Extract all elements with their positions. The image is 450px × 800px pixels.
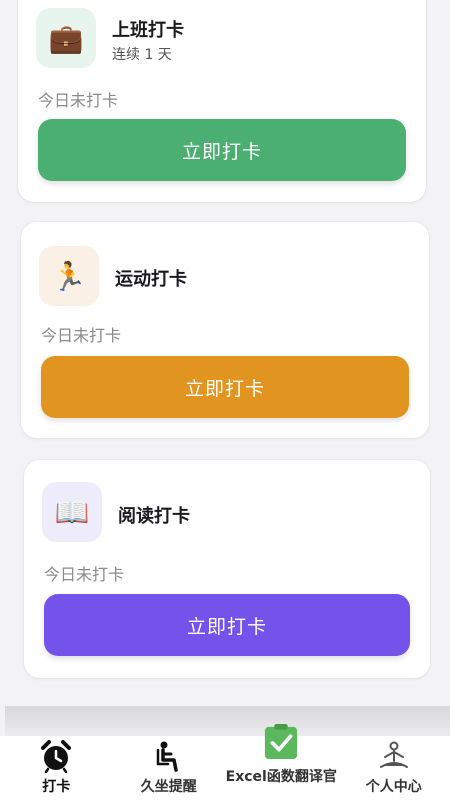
tab-label: 个人中心	[365, 779, 422, 795]
meditation-person-icon	[376, 738, 412, 774]
checkin-button[interactable]: 立即打卡	[41, 356, 409, 418]
checkin-card-exercise: 🏃 运动打卡 今日未打卡 立即打卡	[21, 222, 429, 438]
checkin-card-work: 💼 上班打卡 连续 1 天 今日未打卡 立即打卡	[18, 0, 426, 202]
checkin-status: 今日未打卡	[41, 326, 122, 345]
card-title: 上班打卡	[112, 20, 184, 41]
checkin-status: 今日未打卡	[38, 91, 119, 110]
checkin-list[interactable]: 💼 上班打卡 连续 1 天 今日未打卡 立即打卡 🏃 运动打卡 今日未打卡 立即…	[0, 0, 450, 706]
alarm-clock-icon	[38, 738, 74, 774]
checkin-button[interactable]: 立即打卡	[38, 119, 406, 181]
scroll-shadow-divider	[5, 706, 450, 736]
book-icon: 📖	[42, 482, 102, 542]
bottom-tab-bar: 打卡 久坐提醒 Excel函数翻译官 个人中心	[0, 724, 450, 800]
checklist-icon	[263, 724, 299, 760]
briefcase-icon: 💼	[36, 8, 96, 68]
tab-label: 久坐提醒	[140, 779, 197, 795]
checkin-button[interactable]: 立即打卡	[44, 594, 410, 656]
card-title: 阅读打卡	[118, 506, 190, 527]
card-title: 运动打卡	[115, 269, 187, 290]
checkin-card-reading: 📖 阅读打卡 今日未打卡 立即打卡	[24, 460, 430, 678]
tab-profile[interactable]: 个人中心	[338, 736, 450, 800]
sitting-person-icon	[151, 738, 187, 774]
checkin-status: 今日未打卡	[44, 565, 125, 584]
tab-excel-translator[interactable]: Excel函数翻译官	[225, 724, 338, 800]
tab-label: 打卡	[42, 779, 71, 795]
streak-label: 连续 1 天	[112, 47, 172, 63]
tab-checkin[interactable]: 打卡	[0, 736, 113, 800]
tab-label: Excel函数翻译官	[225, 769, 337, 785]
running-icon: 🏃	[39, 246, 99, 306]
tab-sitting-reminder[interactable]: 久坐提醒	[113, 736, 226, 800]
